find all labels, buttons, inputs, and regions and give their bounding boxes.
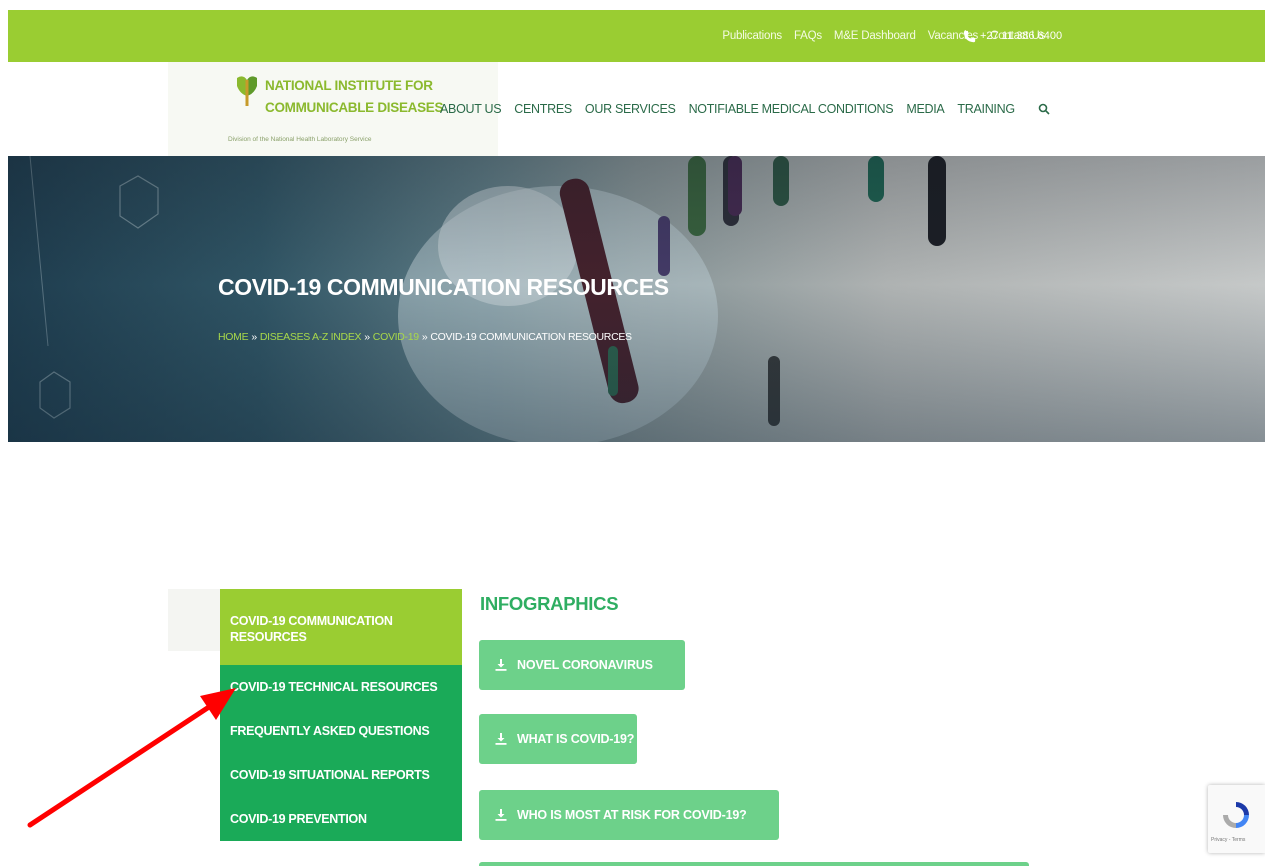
page-frame: Publications FAQs M&E Dashboard Vacancie… [0, 0, 1265, 866]
download-icon [495, 733, 507, 745]
sidebar-item-technical-resources[interactable]: COVID-19 TECHNICAL RESOURCES [220, 665, 462, 709]
main-nav: ABOUT US CENTRES OUR SERVICES NOTIFIABLE… [440, 62, 1050, 156]
sidebar-item-prevention[interactable]: COVID-19 PREVENTION [220, 797, 462, 841]
phone-text: +27 11 386 6400 [980, 30, 1063, 42]
breadcrumb-home[interactable]: HOME [218, 331, 249, 343]
infographics-heading: INFOGRAPHICS [480, 593, 619, 614]
breadcrumb-diseases-index[interactable]: DISEASES A-Z INDEX [260, 331, 362, 343]
top-utility-bar: Publications FAQs M&E Dashboard Vacancie… [8, 10, 1265, 62]
sidebar-item-label: COVID-19 COMMUNICATION RESOURCES [230, 614, 393, 644]
download-what-is-covid-button[interactable]: WHAT IS COVID-19? [479, 714, 637, 764]
sidebar-item-label: COVID-19 SITUATIONAL REPORTS [230, 768, 430, 782]
search-icon[interactable] [1038, 103, 1050, 115]
download-icon [495, 659, 507, 671]
phone-number[interactable]: +27 11 386 6400 [963, 10, 1062, 62]
download-novel-coronavirus-button[interactable]: NOVEL CORONAVIRUS [479, 640, 685, 690]
download-button-partial[interactable] [479, 862, 1029, 866]
logo-subtitle: Division of the National Health Laborato… [228, 136, 372, 143]
breadcrumb-separator: » [251, 331, 257, 343]
breadcrumb-covid-19[interactable]: COVID-19 [373, 331, 419, 343]
faqs-link[interactable]: FAQs [794, 30, 822, 42]
publications-link[interactable]: Publications [722, 30, 782, 42]
sidebar-item-label: COVID-19 TECHNICAL RESOURCES [230, 680, 438, 694]
sidebar-shadow [168, 589, 220, 651]
nav-our-services[interactable]: OUR SERVICES [585, 102, 676, 116]
recaptcha-icon [1223, 802, 1249, 828]
sidebar-item-situational-reports[interactable]: COVID-19 SITUATIONAL REPORTS [220, 753, 462, 797]
site-header: NATIONAL INSTITUTE FOR COMMUNICABLE DISE… [8, 62, 1265, 156]
download-icon [495, 809, 507, 821]
me-dashboard-link[interactable]: M&E Dashboard [834, 30, 916, 42]
phone-icon [963, 30, 976, 42]
nav-media[interactable]: MEDIA [906, 102, 944, 116]
nav-training[interactable]: TRAINING [957, 102, 1015, 116]
page-title: COVID-19 COMMUNICATION RESOURCES [218, 274, 669, 300]
sidebar-item-faq[interactable]: FREQUENTLY ASKED QUESTIONS [220, 709, 462, 753]
logo-title-line1: NATIONAL INSTITUTE FOR [265, 78, 433, 93]
nav-notifiable-medical-conditions[interactable]: NOTIFIABLE MEDICAL CONDITIONS [689, 102, 894, 116]
breadcrumb-current: COVID-19 COMMUNICATION RESOURCES [430, 331, 632, 343]
sidebar-item-label: COVID-19 PREVENTION [230, 812, 367, 826]
hero-banner: COVID-19 COMMUNICATION RESOURCES HOME» DI… [8, 156, 1265, 442]
button-label: NOVEL CORONAVIRUS [517, 658, 653, 672]
nav-about-us[interactable]: ABOUT US [440, 102, 502, 116]
breadcrumb-separator: » [364, 331, 370, 343]
download-who-is-at-risk-button[interactable]: WHO IS MOST AT RISK FOR COVID-19? [479, 790, 779, 840]
recaptcha-badge[interactable]: Privacy - Terms [1208, 785, 1265, 853]
recaptcha-terms[interactable]: Privacy - Terms [1211, 837, 1245, 843]
button-label: WHAT IS COVID-19? [517, 732, 635, 746]
sidebar-menu: COVID-19 COMMUNICATION RESOURCES COVID-1… [220, 589, 462, 841]
button-label: WHO IS MOST AT RISK FOR COVID-19? [517, 808, 747, 822]
nav-centres[interactable]: CENTRES [514, 102, 572, 116]
sidebar-item-communication-resources[interactable]: COVID-19 COMMUNICATION RESOURCES [220, 589, 462, 665]
logo-emblem-icon [237, 76, 257, 106]
breadcrumb-separator: » [421, 331, 428, 343]
breadcrumb: HOME» DISEASES A-Z INDEX» COVID-19» COVID-1… [218, 331, 632, 343]
sidebar-item-label: FREQUENTLY ASKED QUESTIONS [230, 724, 430, 738]
logo-title-line2: COMMUNICABLE DISEASES [265, 100, 444, 115]
sidebar-list: COVID-19 TECHNICAL RESOURCES FREQUENTLY … [220, 665, 462, 841]
